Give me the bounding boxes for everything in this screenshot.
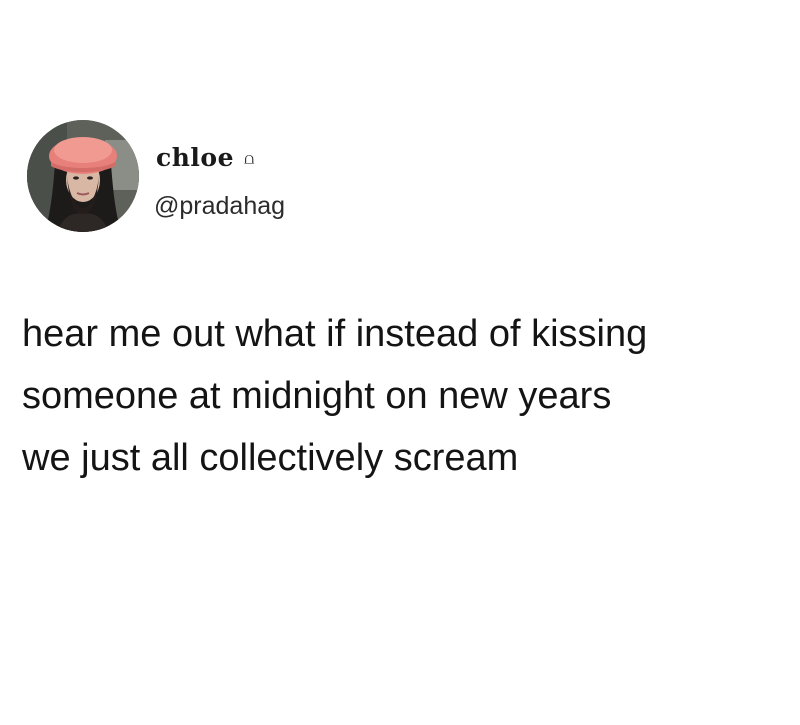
tweet-card: chloe ⩍ @pradahag hear me out what if ins… xyxy=(0,0,800,725)
author-name-text: chloe xyxy=(156,143,234,172)
tweet-text-line: hear me out what if instead of kissing xyxy=(22,313,648,355)
name-badge-icon: ⩍ xyxy=(243,149,255,168)
avatar-photo-icon xyxy=(27,120,139,232)
avatar[interactable] xyxy=(27,120,139,232)
author-display-name[interactable]: chloe ⩍ xyxy=(156,143,255,174)
tweet-body: hear me out what if instead of kissing s… xyxy=(22,303,792,489)
tweet-text-line: someone at midnight on new years xyxy=(22,375,612,417)
author-handle[interactable]: @pradahag xyxy=(154,191,285,221)
tweet-text-line: we just all collectively scream xyxy=(22,437,519,479)
